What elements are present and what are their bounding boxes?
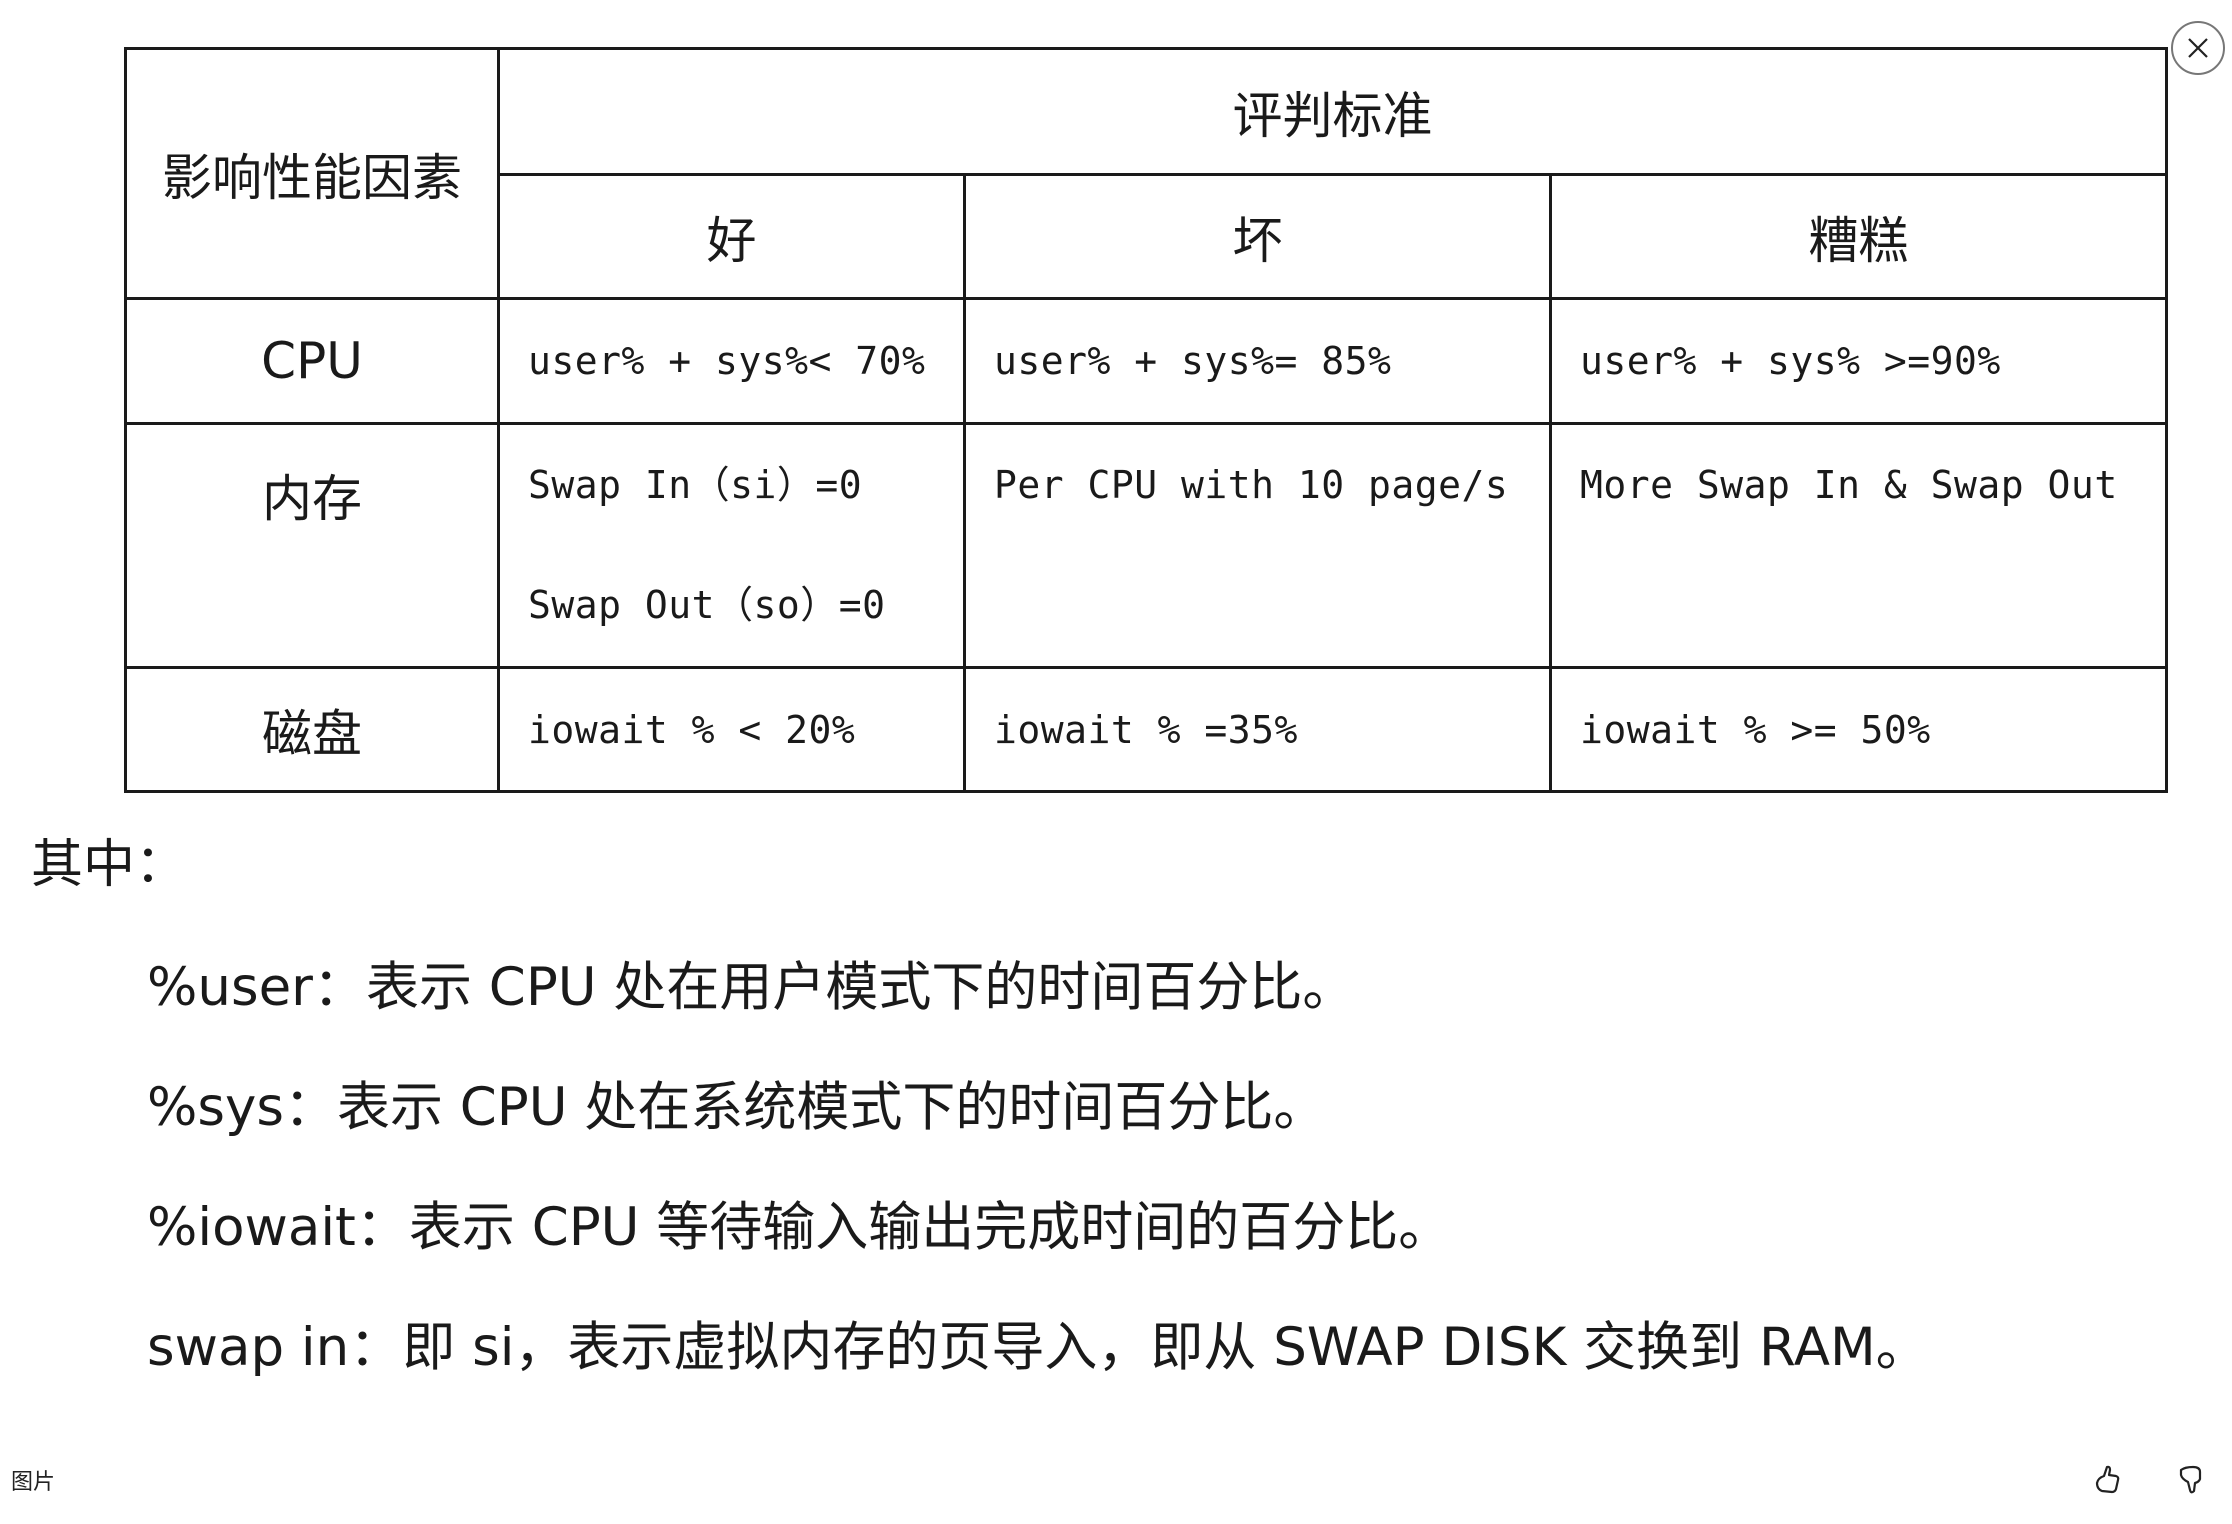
cell-line: Swap Out（so）=0 <box>528 583 886 627</box>
level-bad: 坏 <box>963 173 1552 300</box>
table-row: 内存 Swap In（si）=0 Swap Out（so）=0 Per CPU … <box>124 422 2169 669</box>
criteria-header: 评判标准 <box>496 47 2169 176</box>
note-line-iowait: %iowait：表示 CPU 等待输入输出完成时间的百分比。 <box>147 1197 1452 1258</box>
cell-cpu-good: user% + sys%< 70% <box>497 297 966 425</box>
cell-disk-bad: iowait % =35% <box>963 666 1552 793</box>
thumbs-up-button[interactable] <box>2090 1462 2126 1498</box>
cell-cpu-terrible: user% + sys% >=90% <box>1548 297 2169 425</box>
thumbs-up-icon <box>2095 1465 2120 1494</box>
thumbs-down-icon <box>2179 1465 2202 1494</box>
cell-line: More Swap In & Swap Out <box>1580 463 2118 507</box>
cell-line: Per CPU with 10 page/s <box>994 463 1509 507</box>
image-content: 影响性能因素 评判标准 好 坏 糟糕 CPU user% + sys%< 70%… <box>0 0 2232 1420</box>
notes-title: 其中： <box>31 835 188 895</box>
factor-cpu: CPU <box>124 297 500 425</box>
level-good: 好 <box>497 173 966 300</box>
note-line-swap-in: swap in：即 si，表示虚拟内存的页导入，即从 SWAP DISK 交换到… <box>147 1317 1929 1378</box>
cell-disk-good: iowait % < 20% <box>497 666 966 793</box>
table-header-row: 影响性能因素 评判标准 <box>124 47 2169 300</box>
image-label: 图片 <box>11 1470 56 1495</box>
factor-header: 影响性能因素 <box>124 47 500 300</box>
factor-disk: 磁盘 <box>124 666 500 793</box>
cell-disk-terrible: iowait % >= 50% <box>1548 666 2169 793</box>
factor-memory: 内存 <box>124 422 500 669</box>
level-terrible: 糟糕 <box>1548 173 2169 300</box>
performance-criteria-table: 影响性能因素 评判标准 好 坏 糟糕 CPU user% + sys%< 70%… <box>124 47 2169 793</box>
note-line-user: %user：表示 CPU 处在用户模式下的时间百分比。 <box>147 957 1356 1018</box>
note-line-sys: %sys：表示 CPU 处在系统模式下的时间百分比。 <box>147 1077 1327 1138</box>
close-icon <box>2188 38 2208 58</box>
thumbs-down-button[interactable] <box>2173 1462 2209 1498</box>
cell-memory-bad: Per CPU with 10 page/s <box>963 422 1552 669</box>
cell-cpu-bad: user% + sys%= 85% <box>963 297 1552 425</box>
close-button[interactable] <box>2171 21 2225 75</box>
table-row: 磁盘 iowait % < 20% iowait % =35% iowait %… <box>124 666 2169 793</box>
cell-memory-good: Swap In（si）=0 Swap Out（so）=0 <box>497 422 966 669</box>
table-row: CPU user% + sys%< 70% user% + sys%= 85% … <box>124 297 2169 425</box>
cell-line: Swap In（si）=0 <box>528 463 863 507</box>
cell-memory-terrible: More Swap In & Swap Out <box>1548 422 2169 669</box>
